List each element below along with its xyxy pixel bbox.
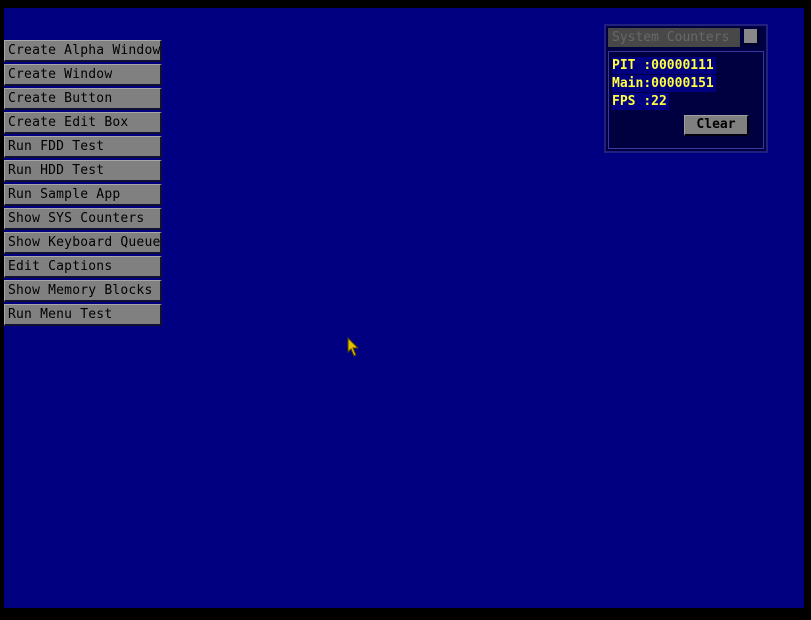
show-sys-counters-button[interactable]: Show SYS Counters <box>4 208 162 230</box>
fps-counter-row: FPS :22 <box>612 93 669 110</box>
window-close-button[interactable] <box>744 29 759 45</box>
show-keyboard-queue-button[interactable]: Show Keyboard Queue <box>4 232 162 254</box>
clear-button[interactable]: Clear <box>684 115 749 136</box>
pit-counter-row: PIT :00000111 <box>612 57 716 74</box>
show-memory-blocks-button[interactable]: Show Memory Blocks <box>4 280 162 302</box>
window-title[interactable]: System Counters <box>608 28 740 47</box>
create-edit-box-button[interactable]: Create Edit Box <box>4 112 162 134</box>
main-value: :00000151 <box>643 76 714 91</box>
run-fdd-test-button[interactable]: Run FDD Test <box>4 136 162 158</box>
edit-captions-button[interactable]: Edit Captions <box>4 256 162 278</box>
mouse-cursor-icon <box>347 336 361 363</box>
pit-label: PIT <box>612 58 644 73</box>
pit-value: :00000111 <box>643 58 714 73</box>
create-button-button[interactable]: Create Button <box>4 88 162 110</box>
system-counters-window: System Counters PIT :00000111 Main:00000… <box>604 24 768 153</box>
run-menu-test-button[interactable]: Run Menu Test <box>4 304 162 326</box>
fps-value: :22 <box>643 94 667 109</box>
main-label: Main <box>612 76 644 91</box>
create-alpha-window-button[interactable]: Create Alpha Window <box>4 40 162 62</box>
main-counter-row: Main:00000151 <box>612 75 716 92</box>
create-window-button[interactable]: Create Window <box>4 64 162 86</box>
run-sample-app-button[interactable]: Run Sample App <box>4 184 162 206</box>
fps-label: FPS <box>612 94 644 109</box>
run-hdd-test-button[interactable]: Run HDD Test <box>4 160 162 182</box>
